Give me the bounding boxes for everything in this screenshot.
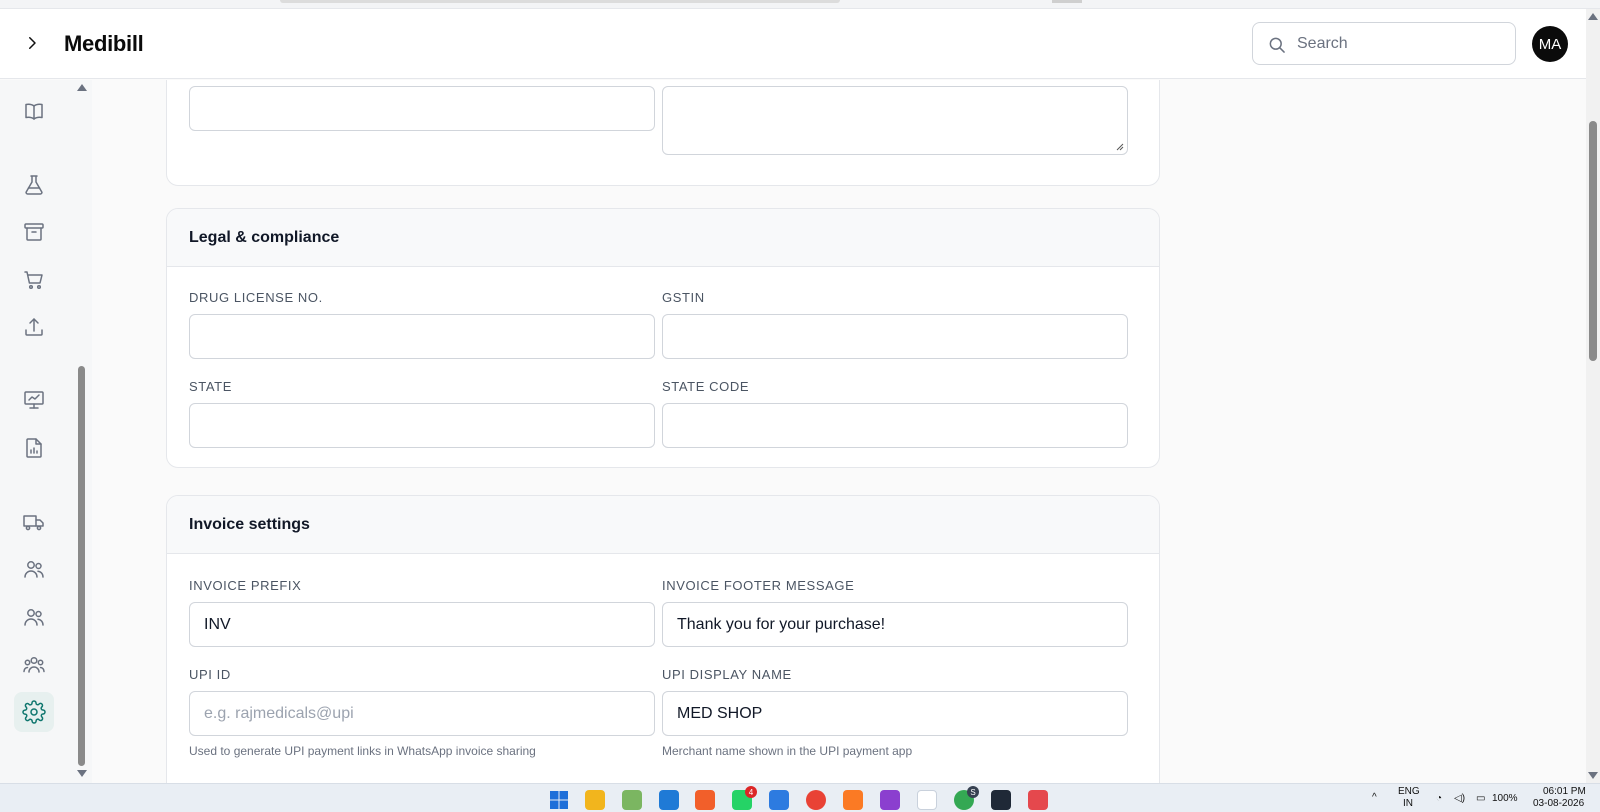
language-indicator[interactable]: ENG — [1398, 786, 1420, 797]
business-field-input[interactable] — [189, 86, 655, 131]
sidebar-item-settings[interactable] — [14, 692, 54, 732]
truck-icon — [23, 515, 44, 531]
app-header: Medibill MA — [0, 9, 1586, 79]
upi-id-hint: Used to generate UPI payment links in Wh… — [189, 744, 536, 758]
invoice-settings-card: Invoice settings INVOICE PREFIX INVOICE … — [166, 495, 1160, 783]
upi-display-name-input[interactable] — [662, 691, 1128, 736]
whatsapp-badge: 4 — [745, 786, 757, 798]
drug-license-input[interactable] — [189, 314, 655, 359]
invoice-footer-input[interactable] — [662, 602, 1128, 647]
sidebar-item-import[interactable] — [14, 307, 54, 347]
sidebar-item-customers[interactable] — [14, 549, 54, 589]
state-input[interactable] — [189, 403, 655, 448]
sidebar-item-inventory[interactable] — [14, 212, 54, 252]
expand-sidebar-button[interactable] — [18, 29, 46, 57]
notes-icon[interactable] — [769, 790, 789, 810]
clock-time[interactable]: 06:01 PM — [1543, 786, 1586, 797]
vscode-icon[interactable] — [659, 790, 679, 810]
battery-percent: 100% — [1492, 793, 1518, 804]
report-icon — [26, 438, 42, 458]
drug-license-label: DRUG LICENSE NO. — [189, 290, 323, 305]
users-icon — [24, 561, 44, 578]
presentation-chart-icon — [24, 391, 44, 409]
sidebar-item-team[interactable] — [14, 645, 54, 685]
sidebar-scrollbar[interactable] — [76, 80, 88, 783]
page-scroll-up-icon[interactable] — [1588, 13, 1598, 20]
page-scroll-thumb[interactable] — [1589, 121, 1597, 361]
region-indicator: IN — [1403, 798, 1413, 809]
chevron-right-icon — [29, 37, 36, 49]
invoice-section-title: Invoice settings — [167, 496, 1159, 554]
tray-chevron-up-icon[interactable]: ^ — [1372, 792, 1377, 803]
stack-app-icon[interactable] — [880, 790, 900, 810]
address-bar-edge — [280, 0, 840, 3]
browser-top-edge — [0, 0, 1600, 9]
snipping-tool-icon[interactable] — [1028, 790, 1048, 810]
clock-date[interactable]: 03-08-2026 — [1533, 798, 1584, 809]
main-content: Legal & compliance DRUG LICENSE NO. GSTI… — [92, 80, 1586, 783]
state-code-label: STATE CODE — [662, 379, 750, 394]
legal-compliance-card: Legal & compliance DRUG LICENSE NO. GSTI… — [166, 208, 1160, 468]
page-scroll-down-icon[interactable] — [1588, 772, 1598, 779]
sidebar-item-purchases[interactable] — [14, 260, 54, 300]
address-textarea[interactable] — [662, 86, 1128, 155]
sidebar-item-lab[interactable] — [14, 165, 54, 205]
sidebar-item-reports[interactable] — [14, 428, 54, 468]
chrome-icon[interactable] — [806, 790, 826, 810]
arch-icon[interactable] — [917, 790, 937, 810]
file-explorer-icon[interactable] — [585, 790, 605, 810]
app-title: Medibill — [64, 31, 144, 56]
scroll-down-arrow-icon[interactable] — [77, 770, 87, 777]
terminal-icon[interactable] — [991, 790, 1011, 810]
state-code-input[interactable] — [662, 403, 1128, 448]
sidebar-item-suppliers[interactable] — [14, 502, 54, 542]
team-icon — [23, 656, 45, 673]
browser-control-edge — [1052, 0, 1082, 3]
sidebar-item-catalog[interactable] — [14, 92, 54, 132]
business-details-card — [166, 80, 1160, 186]
invoice-footer-label: INVOICE FOOTER MESSAGE — [662, 578, 855, 593]
upi-id-label: UPI ID — [189, 667, 231, 682]
chrome-profile-icon[interactable]: S — [954, 786, 979, 810]
resize-grip-icon[interactable] — [1116, 143, 1124, 151]
sidebar-item-analytics[interactable] — [14, 380, 54, 420]
scroll-up-arrow-icon[interactable] — [77, 84, 87, 91]
state-label: STATE — [189, 379, 232, 394]
os-taskbar: 4 S ^ ENG IN ◔ ◁) ▭ 100% 06:01 PM 03-08-… — [0, 783, 1600, 812]
book-icon — [25, 103, 43, 120]
windows-start-icon[interactable] — [549, 790, 569, 810]
chrome-profile-badge: S — [967, 786, 979, 798]
xampp-icon[interactable] — [843, 790, 863, 810]
search-icon — [1269, 37, 1285, 53]
gstin-input[interactable] — [662, 314, 1128, 359]
upi-display-name-hint: Merchant name shown in the UPI payment a… — [662, 744, 913, 758]
cart-icon — [24, 271, 43, 290]
battery-icon[interactable]: ▭ — [1476, 793, 1485, 804]
sidebar-item-staff[interactable] — [14, 597, 54, 637]
sidebar-scroll-thumb[interactable] — [78, 366, 85, 766]
gstin-label: GSTIN — [662, 290, 705, 305]
upload-icon — [25, 318, 43, 336]
page-scrollbar[interactable] — [1586, 9, 1600, 783]
whatsapp-icon[interactable]: 4 — [732, 786, 757, 810]
archive-icon — [24, 223, 44, 241]
search-input[interactable] — [1297, 31, 1507, 57]
invoice-prefix-label: INVOICE PREFIX — [189, 578, 302, 593]
settings-icon — [22, 700, 46, 724]
user-avatar[interactable]: MA — [1532, 26, 1568, 62]
search-box[interactable] — [1252, 22, 1516, 65]
invoice-prefix-input[interactable] — [189, 602, 655, 647]
user-group-icon — [24, 609, 44, 626]
brave-icon[interactable] — [695, 790, 715, 810]
flask-icon — [25, 175, 43, 195]
upi-id-input[interactable] — [189, 691, 655, 736]
upi-display-name-label: UPI DISPLAY NAME — [662, 667, 792, 682]
legal-section-title: Legal & compliance — [167, 209, 1159, 267]
notepad-icon[interactable] — [622, 790, 642, 810]
volume-icon[interactable]: ◁) — [1454, 793, 1465, 804]
wifi-icon[interactable]: ◔ — [1436, 793, 1442, 804]
